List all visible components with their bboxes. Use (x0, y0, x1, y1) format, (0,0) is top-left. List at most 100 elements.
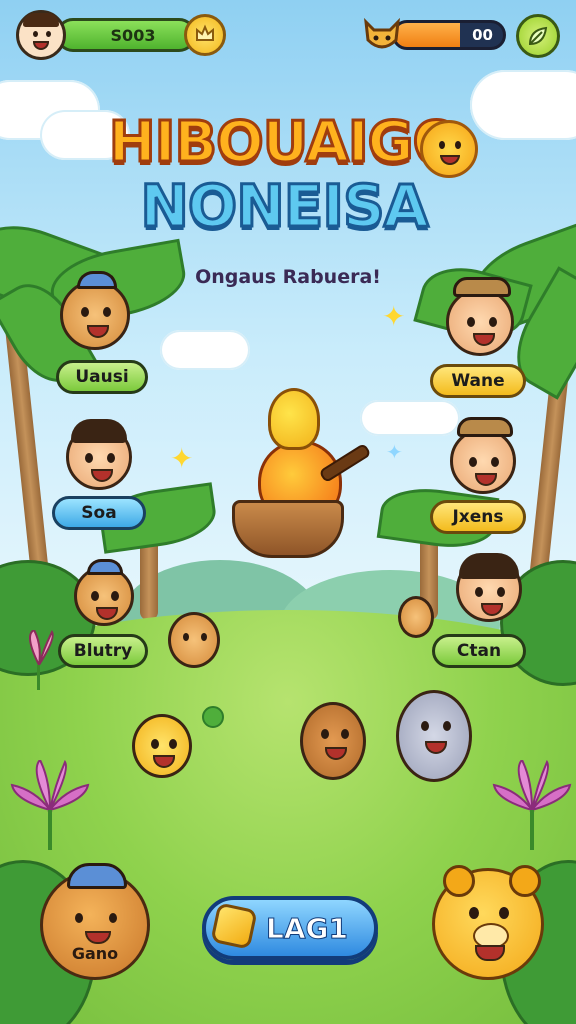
character-eye (75, 913, 83, 923)
energy-value: 00 (472, 26, 493, 44)
cloud (160, 330, 250, 370)
sun-face-icon (420, 120, 478, 178)
sparkle-icon: ✦ (382, 300, 406, 333)
character-name: Uausi (75, 367, 129, 387)
character-name-badge[interactable]: Blutry (58, 634, 148, 668)
character-name-badge[interactable]: Jxens (430, 500, 526, 534)
critter-mouth (325, 747, 347, 760)
character-mouth (91, 469, 113, 482)
character-name: Wane (451, 371, 505, 391)
critter-orange[interactable] (168, 612, 220, 668)
energy-bar: 00 (392, 20, 506, 50)
cap-icon (77, 271, 117, 289)
character-eye (103, 307, 111, 317)
bear-ear (509, 865, 541, 897)
critter-eye (341, 729, 349, 739)
flower-icon (10, 760, 90, 850)
game-title-line1: HIBOUAIGO (107, 109, 462, 177)
critter-eye (443, 721, 451, 731)
critter-gray-bear[interactable] (396, 690, 472, 782)
critter-eye (169, 739, 177, 749)
leaf-icon[interactable] (516, 14, 560, 58)
character-mouth (481, 603, 503, 616)
cap-icon (87, 559, 123, 575)
character-eye (109, 913, 117, 923)
critter-orange-small[interactable] (398, 596, 434, 638)
character-eye (491, 457, 499, 467)
avatar-hair (23, 13, 59, 27)
character-eye (107, 453, 115, 463)
character-explorer[interactable] (450, 417, 516, 494)
game-title-line2: NONEISA (139, 171, 430, 242)
character-cat[interactable] (60, 271, 130, 350)
player-avatar[interactable] (16, 10, 66, 60)
character-hair (71, 419, 127, 443)
corner-character-label: Gano (71, 944, 119, 963)
character-eye (489, 317, 497, 327)
energy-fill (395, 23, 460, 47)
character-girl[interactable] (456, 553, 522, 622)
bear-eye (469, 907, 479, 919)
character-mouth (473, 333, 495, 346)
critter-eye (321, 729, 329, 739)
critter-eye (151, 739, 159, 749)
character-explorer[interactable] (446, 277, 514, 356)
character-eye (467, 317, 475, 327)
critter-mouth (153, 755, 175, 768)
character-eye (497, 587, 505, 597)
character-eye (81, 307, 89, 317)
character-mouth (96, 607, 118, 620)
sun-eye (455, 141, 461, 149)
cap-icon (67, 863, 127, 889)
character-name: Jxens (452, 507, 504, 527)
critter-eye (183, 633, 189, 641)
sun-eye (439, 141, 445, 149)
bear-mouth (475, 945, 505, 961)
game-subtitle: Ongaus Rabuera! (195, 266, 381, 288)
character-name: Ctan (456, 641, 502, 661)
critter-eye (421, 721, 429, 731)
character-mouth (87, 325, 109, 338)
character-eye (111, 591, 119, 601)
character-name-badge[interactable]: Soa (52, 496, 146, 530)
flame-creature-head (268, 388, 320, 450)
character-name-badge[interactable]: Ctan (432, 634, 526, 668)
character-hair (459, 553, 519, 579)
cloud (360, 400, 460, 436)
sparkle-icon: ✦ (386, 440, 403, 464)
bear-ear (443, 865, 475, 897)
basket-icon (232, 500, 344, 558)
fox-icon (364, 17, 400, 49)
avatar-eye (33, 31, 38, 37)
character-eye (475, 587, 483, 597)
sun-mouth (440, 155, 460, 165)
character-mouth (85, 931, 111, 944)
leaf-icon (202, 706, 224, 728)
bear-eye (499, 907, 509, 919)
character-eye (469, 457, 477, 467)
score-value: S003 (110, 25, 156, 45)
character-name-badge[interactable]: Uausi (56, 360, 148, 394)
character-mouth (475, 473, 497, 486)
character-cat[interactable] (74, 559, 134, 626)
cloud (470, 70, 576, 140)
sparkle-icon: ✦ (170, 442, 194, 475)
character-boy[interactable] (66, 419, 132, 490)
critter-mouth (425, 741, 447, 754)
critter-eye (201, 633, 207, 641)
critter-yellow[interactable] (132, 714, 192, 778)
corner-character-button[interactable]: Gano (40, 863, 150, 980)
character-name-badge[interactable]: Wane (430, 364, 526, 398)
avatar-eye (46, 31, 51, 37)
flower-icon (29, 630, 54, 690)
hat-icon (453, 277, 511, 297)
character-name: Blutry (73, 641, 133, 661)
score-bar: S003 (56, 18, 196, 52)
critter-brown[interactable] (300, 702, 366, 780)
character-eye (85, 453, 93, 463)
bear-character-button[interactable] (432, 865, 544, 980)
hat-icon (457, 417, 513, 437)
flower-icon (492, 760, 572, 850)
crown-icon[interactable] (184, 14, 226, 56)
avatar-mouth (33, 41, 49, 50)
